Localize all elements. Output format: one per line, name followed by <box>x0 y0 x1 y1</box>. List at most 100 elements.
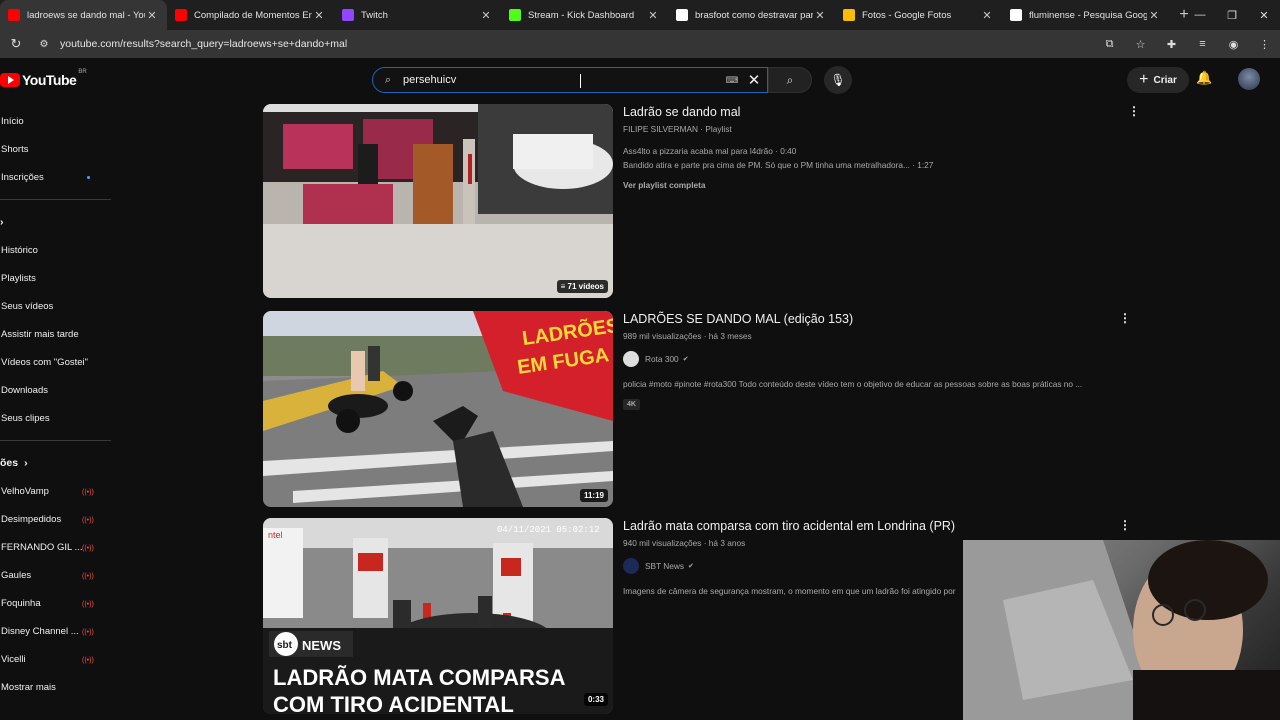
more-options-icon[interactable]: ⋮ <box>1119 518 1131 532</box>
youtube-icon <box>8 9 20 21</box>
channel-avatar[interactable] <box>623 558 639 574</box>
avatar[interactable] <box>1238 68 1260 90</box>
sidebar-item-you[interactable]: Seus vídeos <box>0 292 112 320</box>
sidebar-item-subscription[interactable]: Vicelli ((•)) <box>0 645 112 673</box>
notifications-bell-icon[interactable]: 🔔 <box>1196 70 1212 86</box>
twitch-icon <box>342 9 354 21</box>
result-title[interactable]: Ladrão se dando mal <box>623 104 1123 120</box>
close-tab-icon[interactable]: ✕ <box>145 9 159 22</box>
more-options-icon[interactable]: ⋮ <box>1119 311 1131 325</box>
result-channel[interactable]: Rota 300 <box>645 354 679 364</box>
install-app-icon[interactable]: ⧉ <box>1094 38 1125 51</box>
sidebar-item-label: Downloads <box>1 384 48 396</box>
sidebar-item-subscription[interactable]: Disney Channel ... ((•)) <box>0 617 112 645</box>
sidebar-item-you[interactable]: Playlists <box>0 264 112 292</box>
browser-tab[interactable]: Stream - Kick Dashboard ✕ <box>501 0 668 30</box>
more-options-icon[interactable]: ⋮ <box>1128 104 1140 118</box>
browser-tab[interactable]: brasfoot como destravar para ✕ <box>668 0 835 30</box>
sidebar-item-subscription[interactable]: FERNANDO GIL ... ((•)) <box>0 533 112 561</box>
result-channel[interactable]: FILIPE SILVERMAN <box>623 124 698 134</box>
playlist-item[interactable]: Bandido atira e parte pra cima de PM. Só… <box>623 160 1123 170</box>
live-icon: ((•)) <box>82 545 94 552</box>
result-title[interactable]: LADRÕES SE DANDO MAL (edição 153) <box>623 311 1123 327</box>
close-tab-icon[interactable]: ✕ <box>813 9 827 22</box>
voice-search-icon[interactable]: 🎙 <box>824 66 852 94</box>
sidebar-item-subscription[interactable]: Foquinha ((•)) <box>0 589 112 617</box>
sidebar-item-subscription[interactable]: Gaules ((•)) <box>0 561 112 589</box>
sidebar-item-subscription[interactable]: Desimpedidos ((•)) <box>0 505 112 533</box>
thumbnail-gas-station-image: ntel 04/11/2021 05:02:12 sbt NEWS LADRÃO… <box>263 518 613 714</box>
browser-tab[interactable]: Twitch ✕ <box>334 0 501 30</box>
tab-title: Compilado de Momentos Engr <box>194 9 312 21</box>
url-text[interactable]: youtube.com/results?search_query=ladroew… <box>60 38 347 50</box>
browser-tab[interactable]: Fotos - Google Fotos ✕ <box>835 0 1002 30</box>
bookmark-star-icon[interactable]: ☆ <box>1125 38 1156 51</box>
sidebar-you-section[interactable]: › <box>0 208 112 236</box>
result-title[interactable]: Ladrão mata comparsa com tiro acidental … <box>623 518 1123 534</box>
browser-tab[interactable]: fluminense - Pesquisa Google ✕ <box>1002 0 1169 30</box>
sidebar-item-you[interactable]: Seus clipes <box>0 404 112 432</box>
media-control-icon[interactable]: ≡ <box>1187 38 1218 50</box>
sidebar-item-subscription[interactable]: VelhoVamp ((•)) <box>0 477 112 505</box>
profile-icon[interactable]: ◉ <box>1218 38 1249 51</box>
thumbnail-headline-line1: LADRÃO MATA COMPARSA <box>273 665 566 690</box>
browser-tab[interactable]: ladroews se dando mal - YouTube✕ <box>0 0 167 30</box>
tab-title: fluminense - Pesquisa Google <box>1029 9 1147 21</box>
search-input[interactable]: persehuicv <box>403 74 723 86</box>
sidebar-item-you[interactable]: Assistir mais tarde <box>0 320 112 348</box>
channel-avatar[interactable] <box>623 351 639 367</box>
sidebar-item-label: Histórico <box>1 244 38 256</box>
sidebar-item-main[interactable]: Shorts <box>0 135 112 163</box>
sidebar-item-label: Inscrições <box>1 171 44 183</box>
browser-tab[interactable]: Compilado de Momentos Engr ✕ <box>167 0 334 30</box>
result-thumbnail[interactable]: LADRÕES EM FUGA 11:19 <box>263 311 613 507</box>
extensions-icon[interactable]: ✚ <box>1156 38 1187 51</box>
menu-icon[interactable]: ⋮ <box>1249 38 1280 51</box>
sidebar-subscriptions-header[interactable]: ões › <box>0 449 112 477</box>
sidebar-item-you[interactable]: Histórico <box>0 236 112 264</box>
close-window-icon[interactable]: ✕ <box>1248 0 1280 30</box>
site-info-icon[interactable]: ⚙ <box>32 39 56 50</box>
result-info: Ladrão se dando mal FILIPE SILVERMAN · P… <box>623 104 1123 190</box>
search-box[interactable]: ⌕ persehuicv ⌨ ✕ <box>372 67 768 93</box>
playlist-item[interactable]: Ass4lto a pizzaria acaba mal para l4drão… <box>623 146 1123 156</box>
maximize-icon[interactable]: ❐ <box>1216 0 1248 30</box>
keyboard-icon[interactable]: ⌨ <box>723 75 741 86</box>
sidebar-item-you[interactable]: Vídeos com "Gostei" <box>0 348 112 376</box>
create-button[interactable]: + Criar <box>1127 67 1189 93</box>
close-tab-icon[interactable]: ✕ <box>479 9 493 22</box>
sidebar-item-label: Gaules <box>1 569 32 581</box>
result-channel-row[interactable]: Rota 300 ✔ <box>623 351 1123 367</box>
google-icon <box>1010 9 1022 21</box>
youtube-logo[interactable]: YouTube BR <box>0 69 87 88</box>
minimize-icon[interactable]: — <box>1184 0 1216 30</box>
sidebar-item-main[interactable]: Início <box>0 107 112 135</box>
view-full-playlist-link[interactable]: Ver playlist completa <box>623 180 1123 190</box>
video-duration: 0:33 <box>583 693 608 706</box>
close-tab-icon[interactable]: ✕ <box>1147 9 1161 22</box>
result-channel[interactable]: SBT News <box>645 561 684 571</box>
close-tab-icon[interactable]: ✕ <box>980 9 994 22</box>
tab-title: Stream - Kick Dashboard <box>528 9 635 21</box>
clear-search-icon[interactable]: ✕ <box>741 71 767 89</box>
sidebar-item-main[interactable]: Inscrições <box>0 163 112 191</box>
thumbnail-brand-text: ntel <box>268 530 283 540</box>
result-description: policia #moto #pinote #rota300 Todo cont… <box>623 379 1083 389</box>
reload-icon[interactable]: ↻ <box>0 36 32 52</box>
sidebar-item-you[interactable]: Downloads <box>0 376 112 404</box>
video-count: 71 vídeos <box>567 282 604 291</box>
news-logo-text: NEWS <box>302 638 341 653</box>
view-count: 989 mil visualizações <box>623 331 702 341</box>
tab-title: ladroews se dando mal - YouTube <box>27 9 145 21</box>
play-logo-icon <box>0 73 20 87</box>
close-tab-icon[interactable]: ✕ <box>646 9 660 22</box>
youtube-icon <box>175 9 187 21</box>
result-info: LADRÕES SE DANDO MAL (edição 153) 989 mi… <box>623 311 1123 411</box>
result-thumbnail[interactable]: ≡ 71 vídeos <box>263 104 613 298</box>
sidebar-item-label: Início <box>1 115 24 127</box>
search-button[interactable]: ⌕ <box>768 67 812 93</box>
sidebar-item-label: Vicelli <box>1 653 26 665</box>
close-tab-icon[interactable]: ✕ <box>312 9 326 22</box>
show-more-button[interactable]: Mostrar mais <box>0 673 112 701</box>
result-thumbnail[interactable]: ntel 04/11/2021 05:02:12 sbt NEWS LADRÃO… <box>263 518 613 714</box>
